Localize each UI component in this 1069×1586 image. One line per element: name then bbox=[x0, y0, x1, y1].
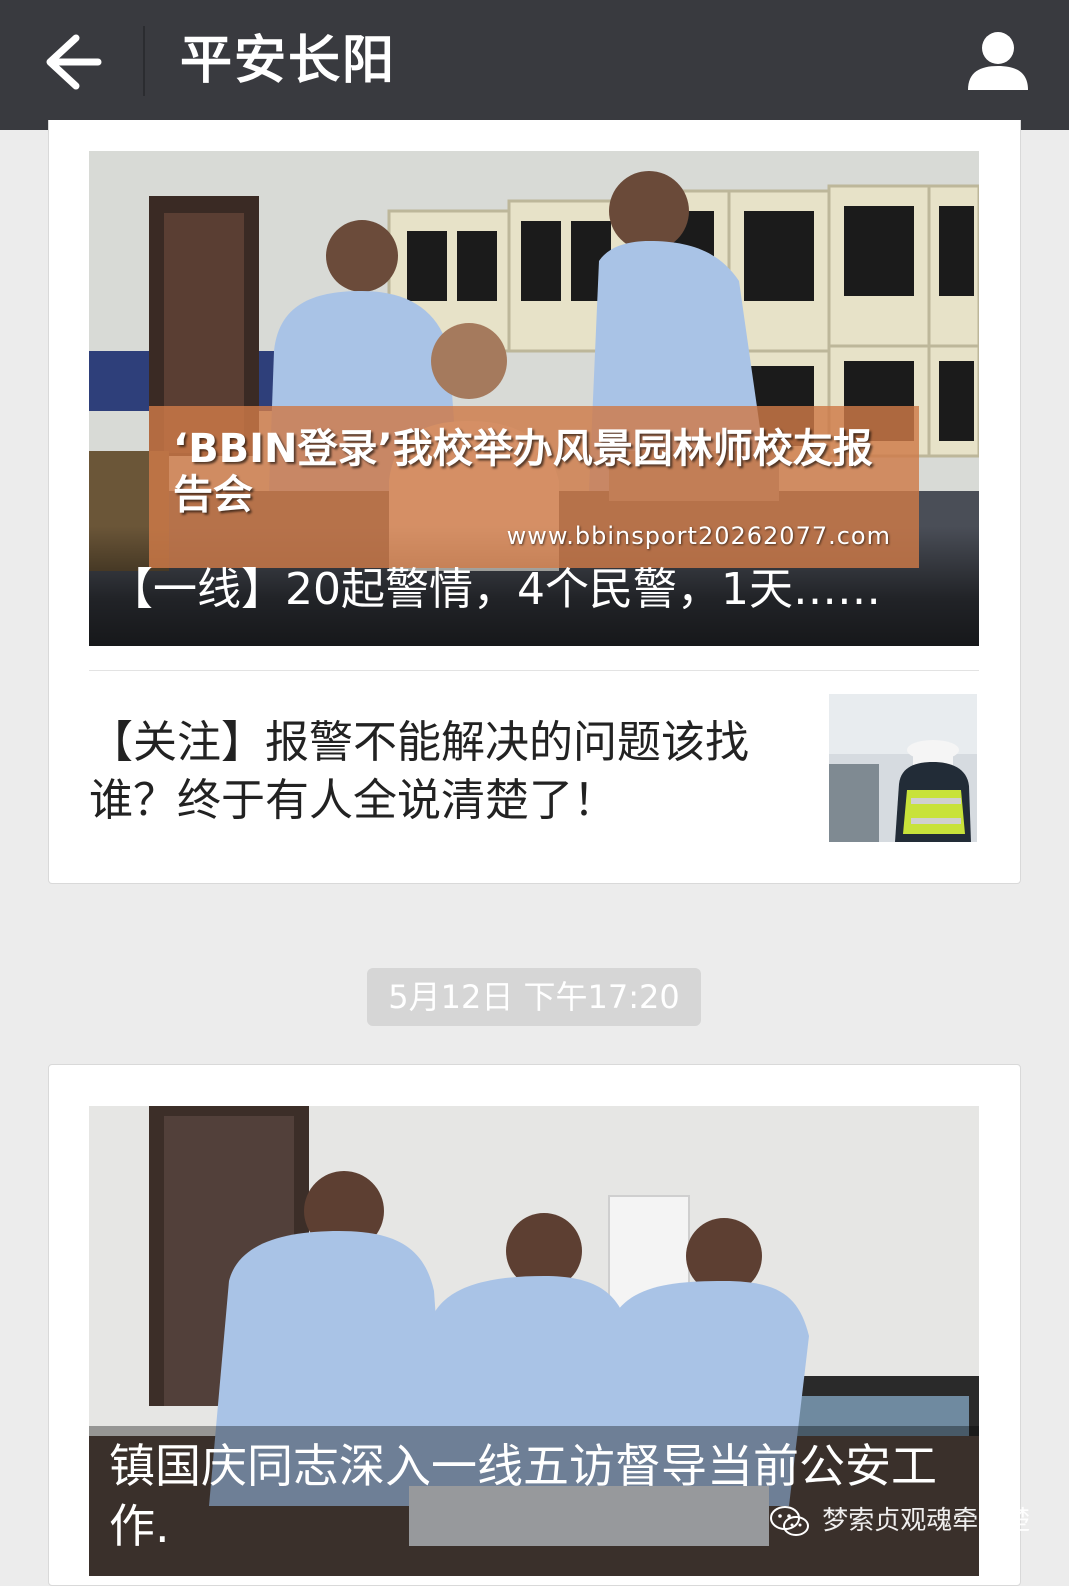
wechat-icon bbox=[770, 1505, 809, 1536]
promo-banner[interactable]: ‘BBIN登录’我校举办风景园林师校友报告会 www.bbinsport2026… bbox=[149, 406, 919, 568]
timestamp-badge: 5月12日 下午17:20 bbox=[367, 968, 701, 1026]
top-navigation-bar: 平安长阳 bbox=[0, 0, 1069, 130]
list-item-article[interactable]: 【关注】报警不能解决的问题该找谁？终于有人全说清楚了！ bbox=[89, 680, 979, 870]
list-divider bbox=[89, 670, 979, 671]
page-title: 平安长阳 bbox=[180, 31, 397, 91]
user-icon bbox=[968, 32, 1028, 90]
message-card: ‘BBIN登录’我校举办风景园林师校友报告会 www.bbinsport2026… bbox=[48, 120, 1021, 884]
article-thumbnail bbox=[829, 694, 977, 842]
promo-text: ‘BBIN登录’我校举办风景园林师校友报告会 bbox=[173, 426, 873, 518]
back-button[interactable] bbox=[36, 24, 116, 104]
watermark: 梦索贞观魂牵荆楚 bbox=[770, 1498, 1030, 1544]
profile-button[interactable] bbox=[958, 22, 1038, 102]
promo-url: www.bbinsport20262077.com bbox=[506, 522, 891, 550]
header-divider bbox=[143, 26, 145, 96]
article-title: 【关注】报警不能解决的问题该找谁？终于有人全说清楚了！ bbox=[89, 717, 749, 826]
cover-article[interactable]: ‘BBIN登录’我校举办风景园林师校友报告会 www.bbinsport2026… bbox=[89, 151, 979, 646]
arrow-left-icon bbox=[46, 34, 102, 90]
cover-title: 【一线】20起警情，4个民警，1天…… bbox=[109, 564, 881, 615]
watermark-text: 梦索贞观魂牵荆楚 bbox=[822, 1506, 1031, 1536]
